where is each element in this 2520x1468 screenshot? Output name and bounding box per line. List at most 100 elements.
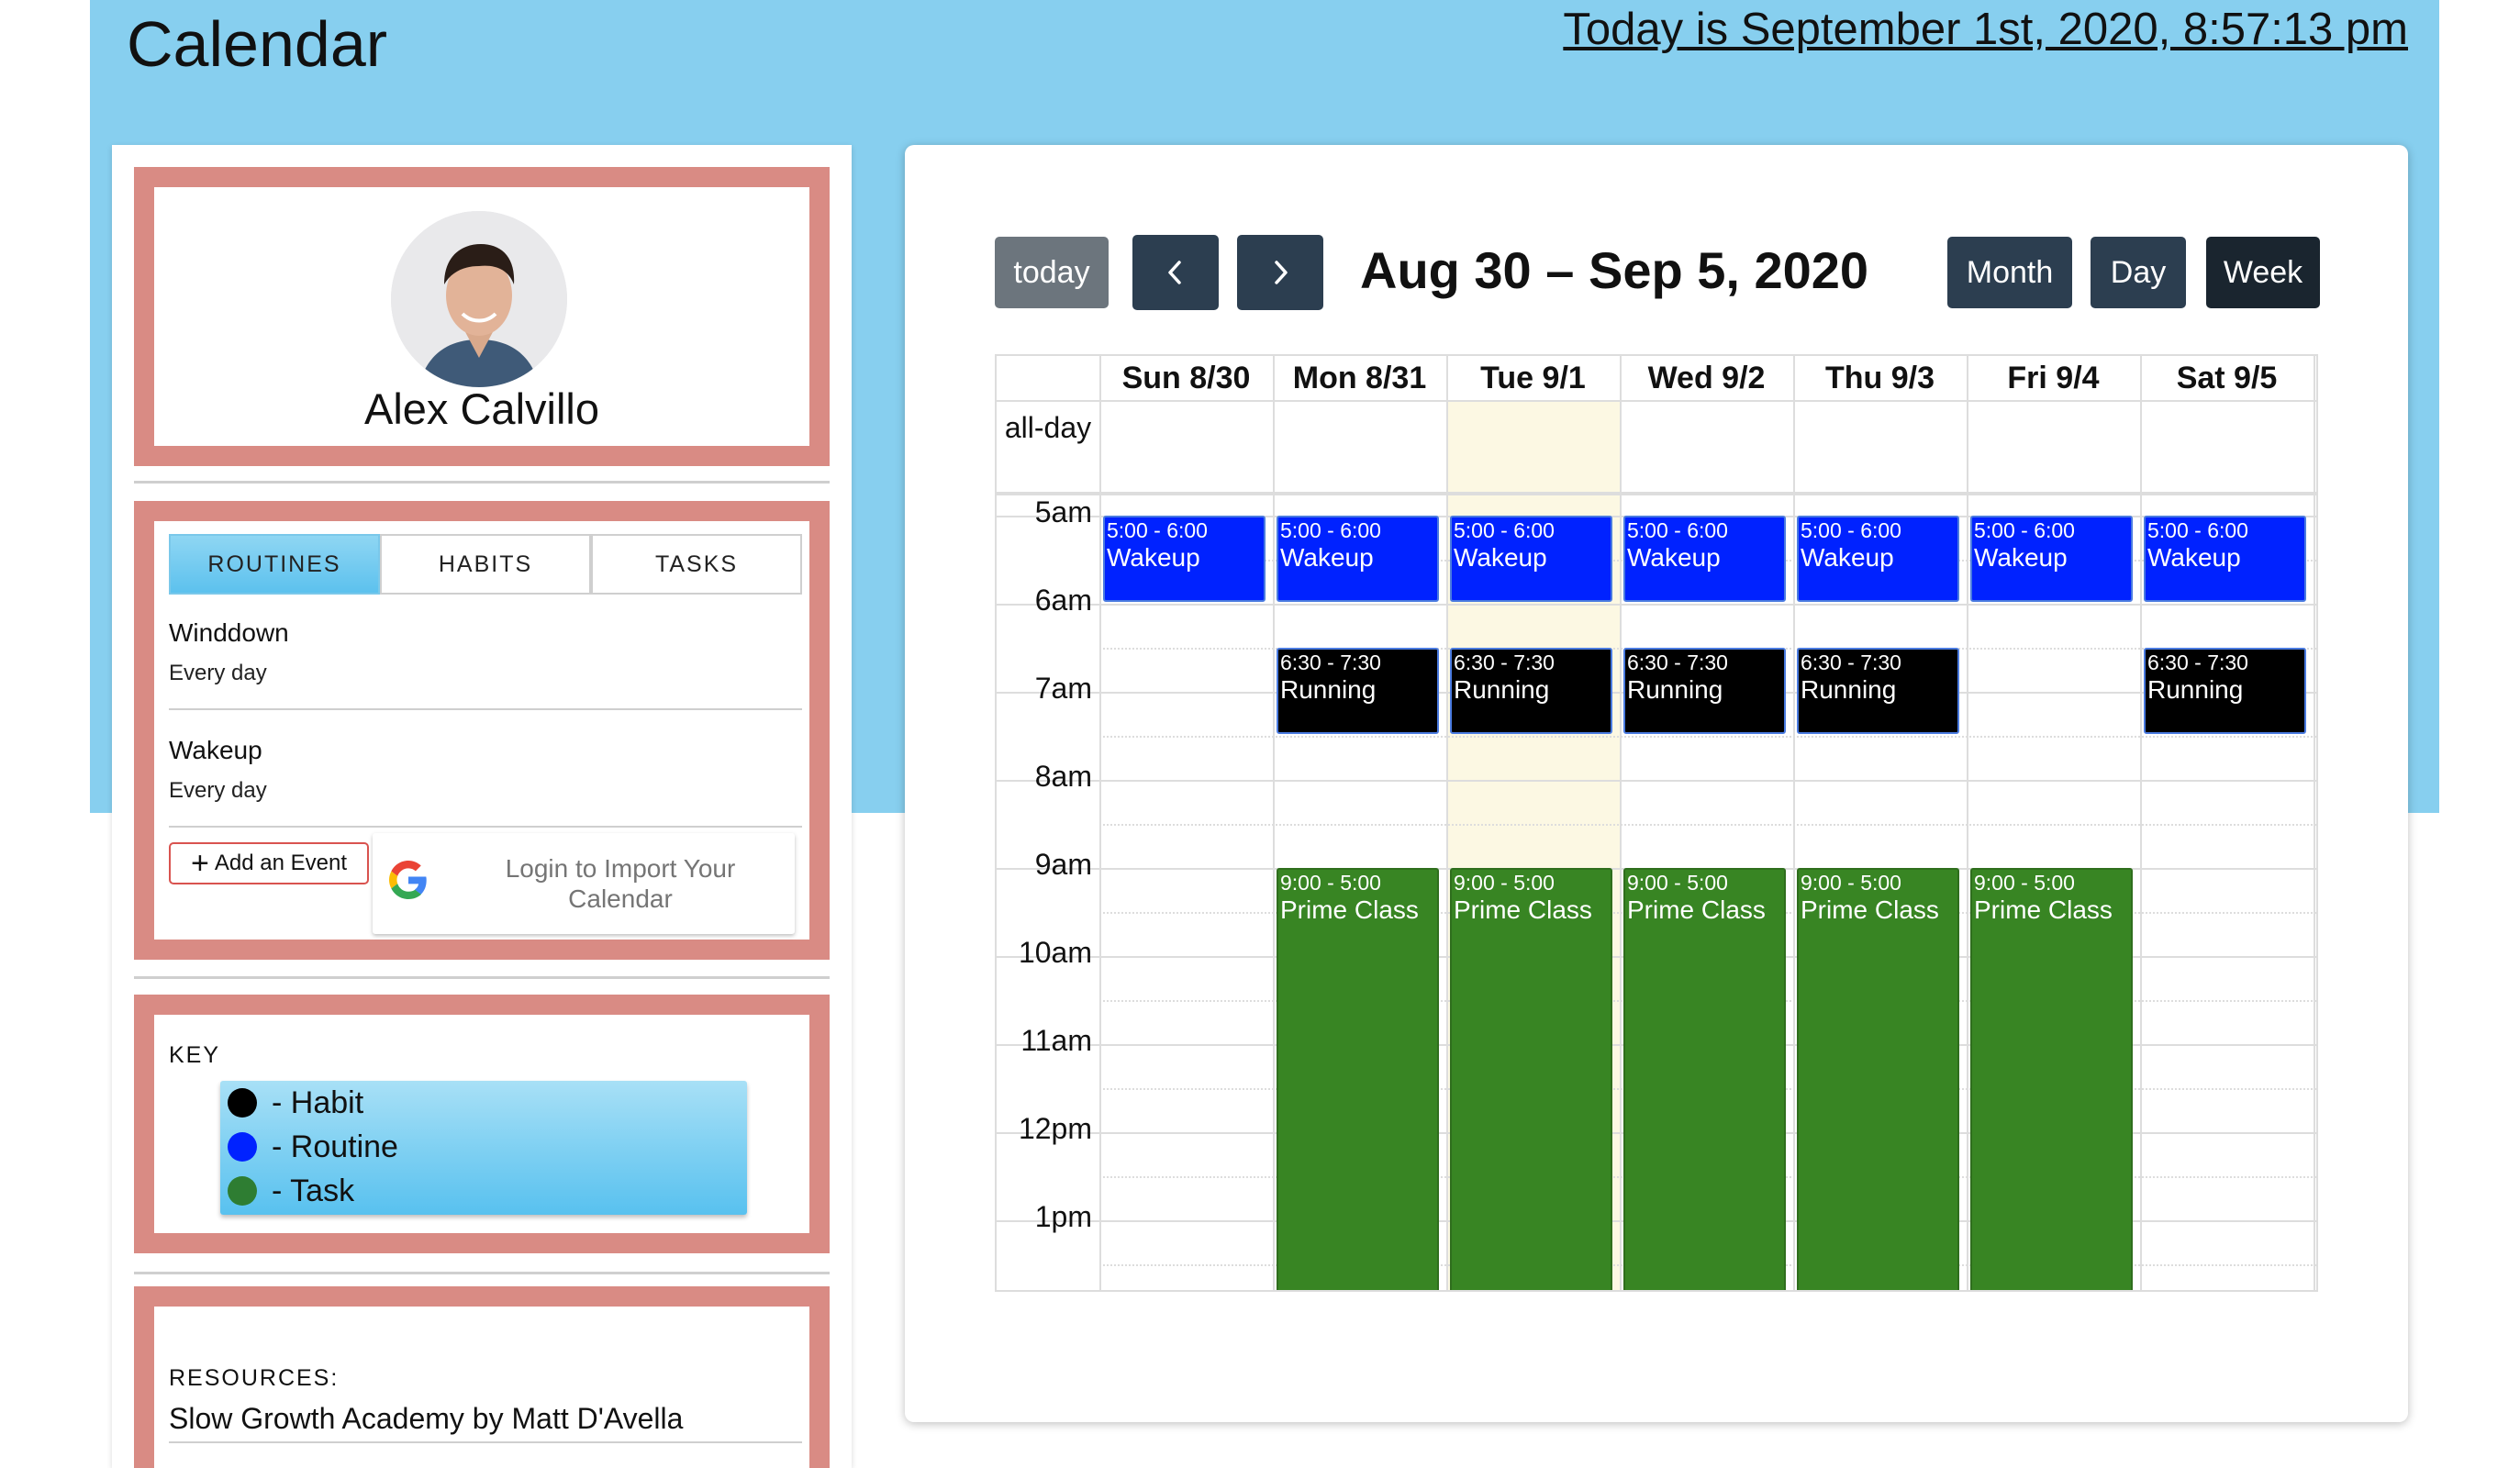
resources-heading: RESOURCES: — [169, 1365, 340, 1391]
routine-frequency: Every day — [169, 661, 267, 685]
grid-line — [1273, 356, 1275, 1290]
calendar-event[interactable]: 9:00 - 5:00 Prime Class — [1970, 868, 2133, 1290]
month-view-button[interactable]: Month — [1947, 237, 2072, 308]
event-title: Running — [1627, 675, 1723, 704]
event-title: Running — [2147, 675, 2244, 704]
today-button[interactable]: today — [995, 237, 1109, 308]
calendar-event[interactable]: 9:00 - 5:00 Prime Class — [1277, 868, 1439, 1290]
time-label: 2pm — [997, 1288, 1092, 1290]
day-header[interactable]: Mon 8/31 — [1273, 356, 1446, 400]
calendar-event[interactable]: 6:30 - 7:30 Running — [1797, 648, 1959, 734]
day-header[interactable]: Wed 9/2 — [1620, 356, 1793, 400]
divider — [134, 976, 830, 979]
add-event-button[interactable]: + Add an Event — [169, 842, 369, 884]
event-time: 6:30 - 7:30 — [2147, 651, 2248, 674]
plus-icon: + — [191, 846, 209, 881]
event-title: Running — [1280, 675, 1377, 704]
today-datetime-link[interactable]: Today is September 1st, 2020, 8:57:13 pm — [1563, 4, 2408, 55]
google-login-button[interactable]: Login to Import Your Calendar — [373, 833, 795, 934]
time-label: 1pm — [1034, 1200, 1092, 1233]
calendar-event[interactable]: 9:00 - 5:00 Prime Class — [1450, 868, 1612, 1290]
profile-name: Alex Calvillo — [364, 384, 599, 433]
calendar-panel: today Aug 30 – Sep 5, 2020 Month Day Wee… — [905, 145, 2408, 1422]
calendar-event[interactable]: 5:00 - 6:00 Wakeup — [1450, 516, 1612, 602]
event-title: Prime Class — [1801, 895, 1939, 924]
grid-line — [1620, 356, 1622, 1290]
event-time: 6:30 - 7:30 — [1454, 651, 1555, 674]
calendar-canvas: Sun 8/30 Mon 8/31 Tue 9/1 Wed 9/2 Thu 9/3 Fri… — [997, 356, 2316, 1290]
grid-line — [2140, 356, 2142, 1290]
grid-line — [997, 492, 2316, 495]
key-label-habit: - Habit — [272, 1084, 364, 1120]
chevron-left-icon — [1168, 261, 1181, 284]
prev-button[interactable] — [1132, 235, 1219, 310]
list-item[interactable]: Winddown Every day — [169, 618, 802, 710]
key-label-task: - Task — [272, 1173, 355, 1208]
routine-dot-icon — [228, 1132, 257, 1162]
tab-tasks[interactable]: TASKS — [591, 534, 802, 595]
day-header[interactable]: Tue 9/1 — [1446, 356, 1620, 400]
time-label: 11am — [1020, 1024, 1092, 1057]
tab-habits[interactable]: HABITS — [380, 534, 591, 595]
habit-dot-icon — [228, 1088, 257, 1118]
grid-line — [1099, 824, 2316, 826]
event-title: Wakeup — [1627, 543, 1721, 572]
add-event-label: Add an Event — [214, 851, 347, 875]
day-header[interactable]: Fri 9/4 — [1967, 356, 2140, 400]
key-legend: - Habit - Routine - Task — [220, 1081, 747, 1215]
event-time: 6:30 - 7:30 — [1801, 651, 1901, 674]
calendar-event[interactable]: 5:00 - 6:00 Wakeup — [2144, 516, 2306, 602]
tab-routines[interactable]: ROUTINES — [169, 534, 380, 595]
event-title: Running — [1801, 675, 1897, 704]
event-time: 9:00 - 5:00 — [1454, 871, 1555, 895]
profile-card: Alex Calvillo — [134, 167, 830, 466]
event-title: Prime Class — [1627, 895, 1766, 924]
event-title: Wakeup — [1454, 543, 1547, 572]
day-header[interactable]: Thu 9/3 — [1793, 356, 1967, 400]
next-button[interactable] — [1237, 235, 1323, 310]
routine-frequency: Every day — [169, 778, 267, 803]
time-label: 7am — [1034, 672, 1092, 705]
resources-card: RESOURCES: Slow Growth Academy by Matt D… — [134, 1286, 830, 1468]
grid-line — [1099, 736, 2316, 738]
time-label: 5am — [1034, 495, 1092, 528]
left-panel: Alex Calvillo ROUTINES HABITS TASKS Wind… — [112, 145, 852, 1468]
time-label: 6am — [1034, 584, 1092, 617]
event-time: 5:00 - 6:00 — [1280, 518, 1381, 542]
day-header[interactable]: Sun 8/30 — [1099, 356, 1273, 400]
event-time: 5:00 - 6:00 — [2147, 518, 2248, 542]
calendar-event[interactable]: 6:30 - 7:30 Running — [1277, 648, 1439, 734]
calendar-event[interactable]: 9:00 - 5:00 Prime Class — [1797, 868, 1959, 1290]
key-heading: KEY — [169, 1042, 221, 1068]
calendar-event[interactable]: 5:00 - 6:00 Wakeup — [1277, 516, 1439, 602]
calendar-event[interactable]: 5:00 - 6:00 Wakeup — [1103, 516, 1266, 602]
day-header[interactable]: Sat 9/5 — [2140, 356, 2314, 400]
grid-line — [1099, 356, 1101, 1290]
time-label: 8am — [1034, 760, 1092, 793]
grid-line — [997, 780, 2316, 782]
event-time: 9:00 - 5:00 — [1801, 871, 1901, 895]
week-view-button[interactable]: Week — [2206, 237, 2320, 308]
grid-line — [2314, 356, 2315, 1290]
event-title: Wakeup — [1280, 543, 1374, 572]
task-dot-icon — [228, 1176, 257, 1206]
calendar-event[interactable]: 5:00 - 6:00 Wakeup — [1970, 516, 2133, 602]
calendar-event[interactable]: 6:30 - 7:30 Running — [1623, 648, 1786, 734]
google-login-label: Login to Import Your Calendar — [505, 854, 736, 913]
tabs: ROUTINES HABITS TASKS — [169, 534, 802, 595]
key-row-habit: - Habit — [228, 1081, 747, 1125]
calendar-event[interactable]: 9:00 - 5:00 Prime Class — [1623, 868, 1786, 1290]
event-time: 5:00 - 6:00 — [1107, 518, 1208, 542]
calendar-event[interactable]: 5:00 - 6:00 Wakeup — [1623, 516, 1786, 602]
list-item[interactable]: Wakeup Every day — [169, 736, 802, 828]
event-time: 9:00 - 5:00 — [1974, 871, 2075, 895]
time-label: 9am — [1034, 848, 1092, 881]
week-grid: Sun 8/30 Mon 8/31 Tue 9/1 Wed 9/2 Thu 9/3 Fri… — [995, 354, 2318, 1292]
calendar-event[interactable]: 5:00 - 6:00 Wakeup — [1797, 516, 1959, 602]
calendar-event[interactable]: 6:30 - 7:30 Running — [2144, 648, 2306, 734]
event-time: 9:00 - 5:00 — [1627, 871, 1728, 895]
day-view-button[interactable]: Day — [2091, 237, 2186, 308]
calendar-event[interactable]: 6:30 - 7:30 Running — [1450, 648, 1612, 734]
divider — [134, 1272, 830, 1274]
resource-link[interactable]: Slow Growth Academy by Matt D'Avella — [169, 1402, 802, 1443]
